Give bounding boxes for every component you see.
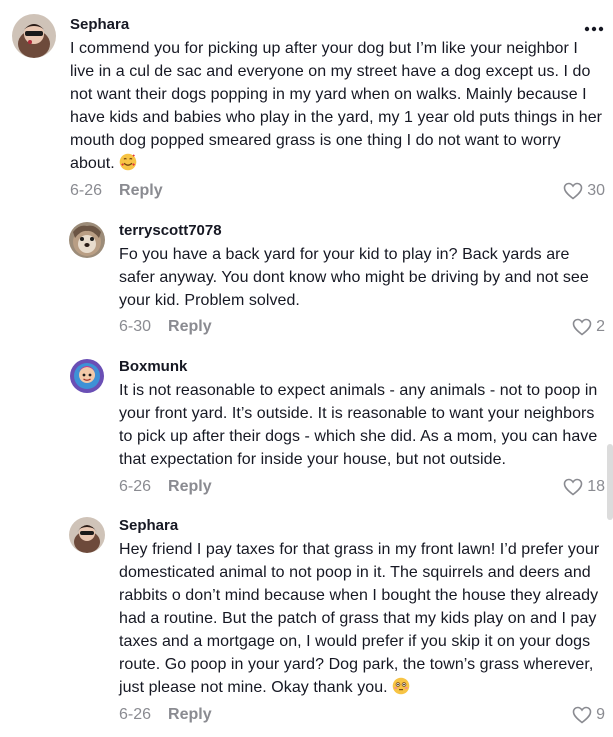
like-button[interactable]: 30: [563, 179, 605, 203]
comment-reply: Boxmunk It is not reasonable to expect a…: [69, 356, 605, 499]
like-button[interactable]: 2: [572, 315, 605, 339]
comment-text: It is not reasonable to expect animals -…: [119, 382, 598, 468]
flushed-face-icon: [392, 677, 410, 695]
avatar[interactable]: [69, 222, 105, 258]
comment-date: 6-30: [119, 318, 152, 335]
comment-reply: terryscott7078 Fo you have a back yard f…: [69, 218, 605, 339]
comment-text: Fo you have a back yard for your kid to …: [119, 246, 589, 309]
comment-date: 6-26: [70, 182, 103, 199]
like-button[interactable]: 9: [572, 703, 605, 727]
comment-text-content: Hey friend I pay taxes for that grass in…: [119, 541, 600, 696]
avatar[interactable]: [69, 358, 105, 394]
comment-text-content: I commend you for picking up after your …: [70, 40, 603, 172]
heart-icon: [572, 318, 592, 336]
reply-button[interactable]: Reply: [168, 478, 212, 496]
comment-meta: 6-30 Reply 2: [119, 315, 605, 339]
avatar[interactable]: [12, 14, 56, 58]
comment-meta: 6-26 Reply 9: [119, 703, 605, 727]
avatar[interactable]: [69, 517, 105, 553]
like-count: 18: [587, 478, 605, 495]
comment-meta: 6-26 Reply 30: [70, 179, 605, 203]
comment-date: 6-26: [119, 706, 152, 723]
smiling-face-with-hearts-icon: [119, 153, 137, 171]
comment-meta: 6-26 Reply 18: [119, 475, 605, 499]
heart-icon: [572, 706, 592, 724]
scrollbar[interactable]: [607, 444, 613, 520]
heart-icon: [563, 478, 583, 496]
like-count: 30: [587, 182, 605, 199]
comment: Sephara I commend you for picking up aft…: [12, 14, 605, 203]
comment-text: I commend you for picking up after your …: [70, 37, 605, 175]
comment-username[interactable]: Boxmunk: [119, 357, 605, 377]
like-count: 9: [596, 706, 605, 723]
heart-icon: [563, 182, 583, 200]
like-count: 2: [596, 318, 605, 335]
comment-username[interactable]: Sephara: [70, 15, 605, 35]
comment-text: Hey friend I pay taxes for that grass in…: [119, 538, 605, 699]
reply-button[interactable]: Reply: [168, 318, 212, 336]
comment-username[interactable]: Sephara: [119, 516, 605, 536]
more-options-icon[interactable]: [583, 16, 605, 39]
reply-button[interactable]: Reply: [119, 182, 163, 200]
reply-button[interactable]: Reply: [168, 706, 212, 724]
like-button[interactable]: 18: [563, 475, 605, 499]
comment-username[interactable]: terryscott7078: [119, 221, 605, 241]
comment-date: 6-26: [119, 478, 152, 495]
comment-reply: Sephara Hey friend I pay taxes for that …: [69, 515, 605, 727]
